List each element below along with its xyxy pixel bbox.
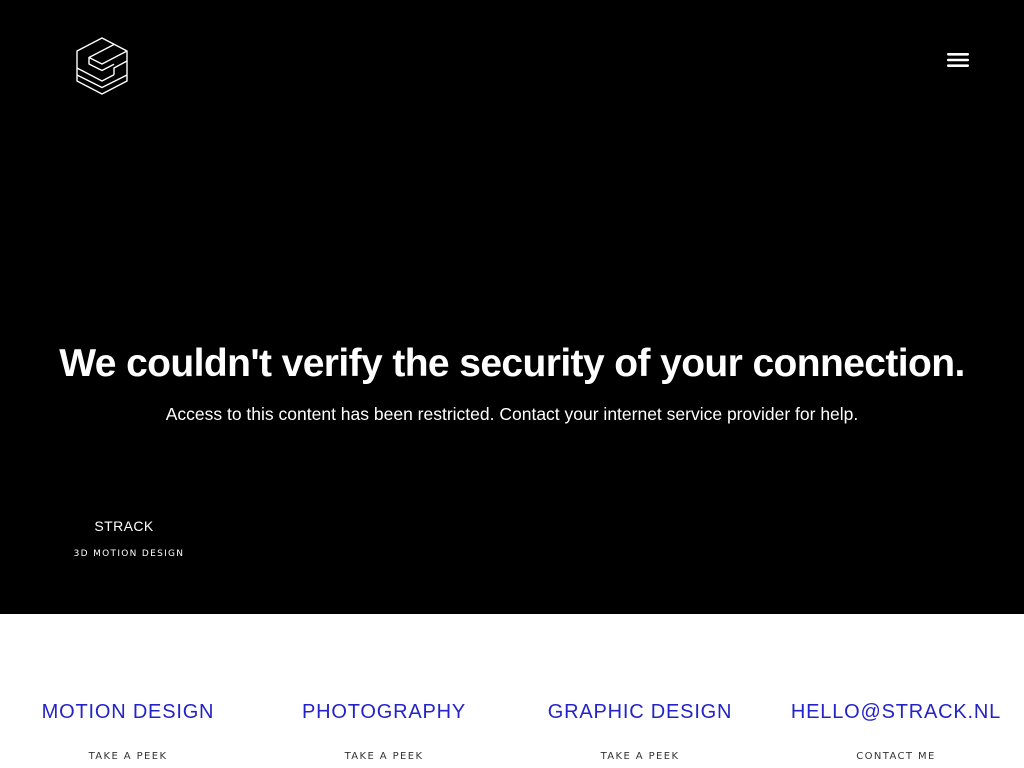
menu-button[interactable] — [944, 48, 972, 72]
contact-me-link[interactable]: CONTACT ME — [768, 750, 1024, 764]
service-link-photography[interactable]: TAKE A PEEK — [256, 750, 512, 764]
hero-section: We couldn't verify the security of your … — [0, 0, 1024, 614]
service-title-motion-design[interactable]: MOTION DESIGN — [0, 698, 256, 726]
strack-logo-icon[interactable] — [74, 36, 130, 96]
services-section: MOTION DESIGN TAKE A PEEK PHOTOGRAPHY TA… — [0, 614, 1024, 768]
contact-email-link[interactable]: HELLO@STRACK.NL — [768, 698, 1024, 726]
service-title-graphic-design[interactable]: GRAPHIC DESIGN — [512, 698, 768, 726]
service-link-motion-design[interactable]: TAKE A PEEK — [0, 750, 256, 764]
service-title-photography[interactable]: PHOTOGRAPHY — [256, 698, 512, 726]
hamburger-menu-icon — [947, 53, 969, 67]
security-error-headline: We couldn't verify the security of your … — [59, 342, 965, 385]
brand-tagline: 3D MOTION DESIGN — [73, 549, 185, 559]
service-link-graphic-design[interactable]: TAKE A PEEK — [512, 750, 768, 764]
brand-name: STRACK — [94, 518, 154, 534]
security-error-message: Access to this content has been restrict… — [165, 404, 859, 424]
